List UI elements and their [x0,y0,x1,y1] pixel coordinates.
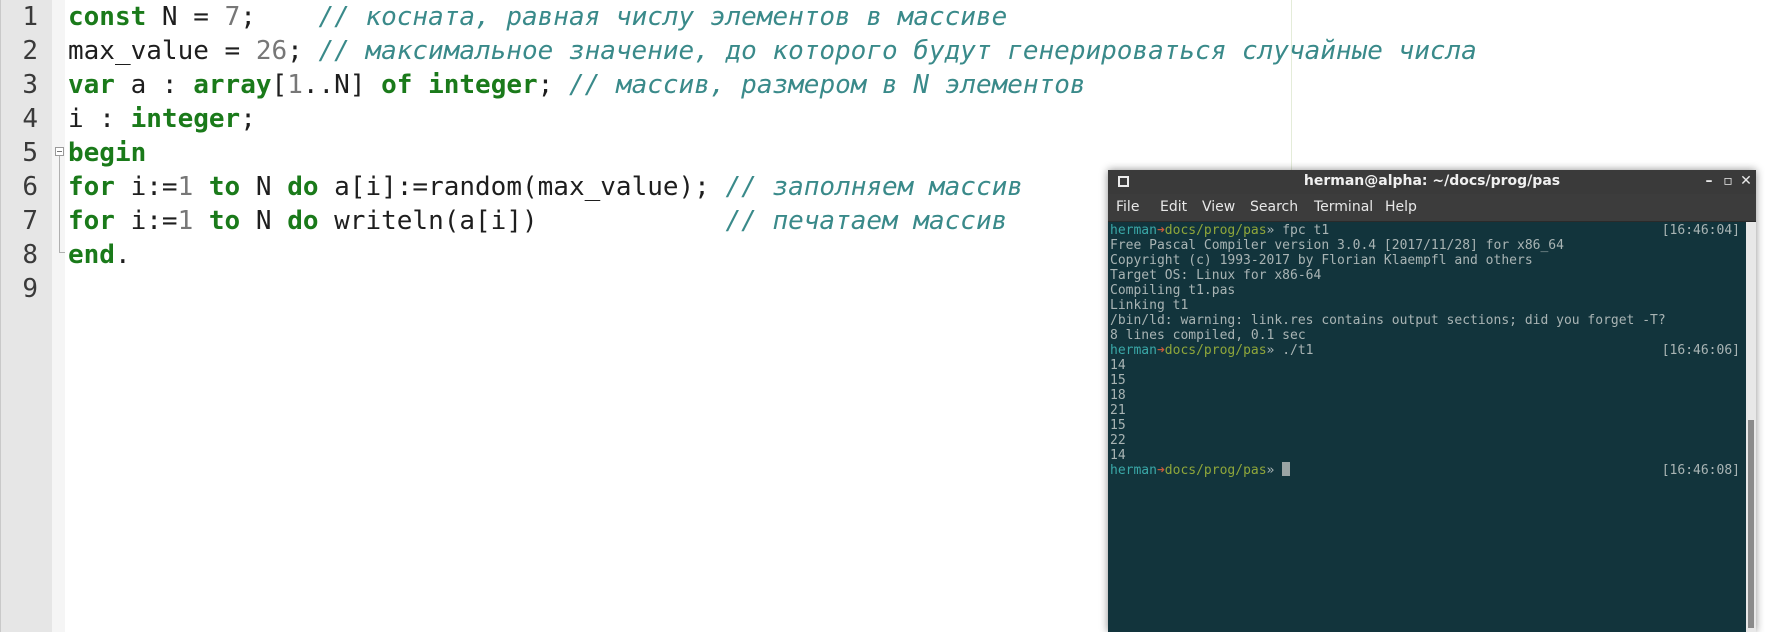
prompt-path: docs/prog/pas [1164,343,1267,358]
prompt-user: herman [1110,343,1157,358]
code-token: i:= [114,206,178,236]
comment-token: // максимальное значение, до которого бу… [318,36,1477,66]
terminal-window[interactable]: herman@alpha: ~/docs/prog/pas – ▫ ✕ File… [1108,170,1756,632]
code-line[interactable]: var a : array[1..N] of integer; // масси… [68,68,1086,102]
code-token: N = [146,2,225,32]
code-token: ; [240,104,256,134]
keyword-token: do [287,206,319,236]
number-token: 26 [255,36,288,66]
fold-guide-line [59,156,60,252]
prompt-user: herman [1110,223,1157,238]
menu-edit[interactable]: Edit [1160,199,1187,215]
menu-terminal[interactable]: Terminal [1314,199,1373,215]
text-cursor [1282,462,1291,476]
line-number: 7 [22,206,38,236]
code-line[interactable]: for i:=1 to N do writeln(a[i]) // печата… [68,204,1007,238]
close-icon[interactable]: ✕ [1737,172,1755,190]
number-token: 1 [287,70,303,100]
code-token: . [114,240,131,270]
keyword-token: do [287,172,319,202]
terminal-titlebar[interactable]: herman@alpha: ~/docs/prog/pas – ▫ ✕ [1108,170,1756,194]
prompt-path: docs/prog/pas [1164,223,1267,238]
line-number: 8 [22,240,38,270]
keyword-token: integer [130,104,241,134]
menu-file[interactable]: File [1116,199,1139,215]
code-token: max_value = [68,36,256,66]
prompt-command [1274,463,1282,478]
keyword-token: to [208,172,241,202]
keyword-token: to [208,206,241,236]
comment-token: // заполняем массив [725,172,1023,202]
line-number: 2 [22,36,38,66]
code-token: [ [271,70,288,100]
line-number: 6 [22,172,38,202]
prompt-arrow-icon: ➜ [1156,223,1165,238]
code-token: a : [114,70,194,100]
keyword-token: var [68,70,115,100]
code-line[interactable]: end. [68,238,131,272]
minimize-icon[interactable]: – [1700,172,1718,190]
prompt-path: docs/prog/pas [1164,463,1267,478]
code-line[interactable]: max_value = 26; // максимальное значение… [68,34,1477,68]
menu-view[interactable]: View [1202,199,1235,215]
code-token: a[i]:=random(max_value); [318,172,726,202]
code-token: N [240,172,288,202]
number-token: 7 [224,2,241,32]
line-number: 9 [22,274,38,304]
code-token: ; [287,36,319,66]
code-token: i : [68,104,131,134]
number-token: 1 [177,172,194,202]
terminal-output[interactable]: herman➜docs/prog/pas» fpc t1 [16:46:04] Fr… [1108,222,1744,632]
code-token: ; [240,2,319,32]
prompt-user: herman [1110,463,1157,478]
code-line[interactable]: for i:=1 to N do a[i]:=random(max_value)… [68,170,1023,204]
code-line[interactable]: i : integer; [68,102,256,136]
keyword-token: end [68,240,115,270]
prompt-arrow-icon: ➜ [1156,463,1165,478]
fold-toggle-icon[interactable] [55,147,64,156]
fold-margin [52,0,65,632]
menu-help[interactable]: Help [1385,199,1417,215]
menu-search[interactable]: Search [1250,199,1298,215]
keyword-token: for [68,172,115,202]
code-token: ..N] [302,70,382,100]
prompt-line: herman➜docs/prog/pas» [16:46:08] [1110,462,1740,479]
keyword-token: const [68,2,147,32]
comment-token: // массив, размером в N элементов [568,70,1086,100]
keyword-token: for [68,206,115,236]
code-line[interactable]: const N = 7; // косната, равная числу эл… [68,0,1007,34]
fold-guide-end [59,252,65,253]
keyword-token: array [193,70,272,100]
prompt-arrow-icon: ➜ [1156,343,1165,358]
line-number: 3 [22,70,38,100]
terminal-menubar: File Edit View Search Terminal Help [1108,194,1756,222]
terminal-scrollbar[interactable] [1746,222,1756,632]
number-token: 1 [177,206,194,236]
code-token: N [240,206,288,236]
keyword-token: integer [428,70,538,100]
code-token: ; [537,70,569,100]
keyword-token: begin [68,138,147,168]
scrollbar-thumb[interactable] [1748,420,1754,628]
line-number: 1 [22,2,38,32]
line-number: 4 [22,104,38,134]
prompt-command: fpc t1 [1274,223,1330,238]
comment-token: // печатаем массив [725,206,1008,236]
terminal-title: herman@alpha: ~/docs/prog/pas [1303,173,1561,189]
prompt-timestamp: [16:46:08] [1661,463,1740,478]
maximize-icon[interactable]: ▫ [1719,172,1737,190]
code-token: i:= [114,172,178,202]
code-token: writeln(a[i]) [318,206,726,236]
prompt-command: ./t1 [1274,343,1314,358]
code-line[interactable]: begin [68,136,146,170]
comment-token: // косната, равная числу элементов в мас… [318,2,1008,32]
keyword-token: of [381,70,413,100]
line-number: 5 [22,138,38,168]
